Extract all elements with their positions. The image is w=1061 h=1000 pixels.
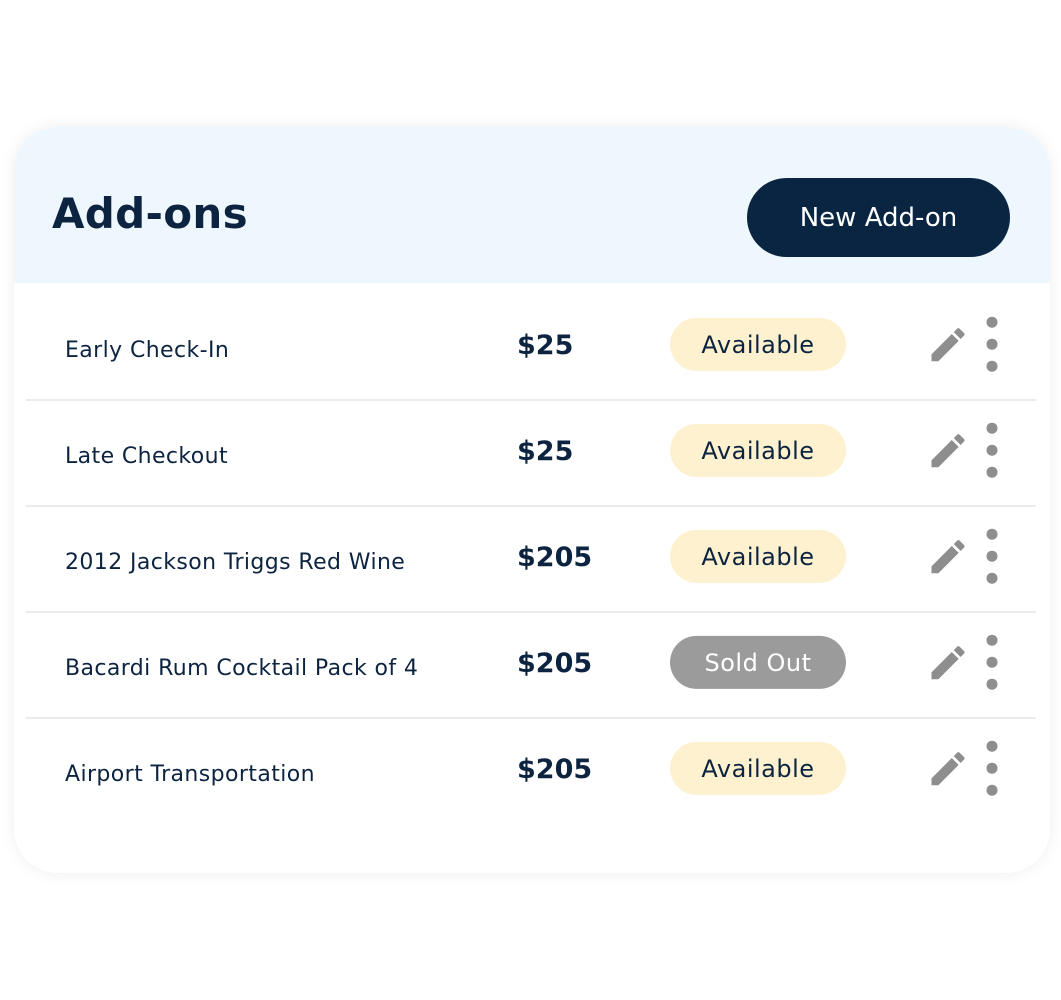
list-item: Early Check-In $25 Available [26,295,1036,401]
list-item: 2012 Jackson Triggs Red Wine $205 Availa… [26,507,1036,613]
addons-card: Add-ons New Add-on Early Check-In $25 Av… [14,127,1050,873]
vertical-ellipsis-icon[interactable] [978,422,1006,478]
status-badge: Available [670,741,846,795]
addon-name: Late Checkout [65,444,229,469]
page-title: Add-ons [52,189,248,238]
new-addon-button[interactable]: New Add-on [747,178,1010,257]
list-item: Late Checkout $25 Available [26,401,1036,507]
addon-price: $205 [517,753,593,785]
list-item: Bacardi Rum Cocktail Pack of 4 $205 Sold… [26,613,1036,719]
status-badge: Sold Out [670,635,846,689]
addons-list: Early Check-In $25 Available Late Checko… [26,295,1036,823]
pencil-icon[interactable] [925,640,971,686]
addon-name: Early Check-In [65,338,230,363]
pencil-icon[interactable] [925,534,971,580]
list-item: Airport Transportation $205 Available [26,719,1036,823]
pencil-icon[interactable] [925,746,971,792]
addon-name: Airport Transportation [65,762,315,787]
pencil-icon[interactable] [925,428,971,474]
status-badge: Available [670,529,846,583]
addon-price: $25 [517,435,574,467]
pencil-icon[interactable] [925,322,971,368]
status-badge: Available [670,423,846,477]
vertical-ellipsis-icon[interactable] [978,740,1006,796]
card-header: Add-ons New Add-on [14,127,1050,283]
addon-name: Bacardi Rum Cocktail Pack of 4 [65,656,419,681]
status-badge: Available [670,317,846,371]
vertical-ellipsis-icon[interactable] [978,316,1006,372]
addon-price: $205 [517,647,593,679]
vertical-ellipsis-icon[interactable] [978,634,1006,690]
addon-price: $25 [517,329,574,361]
vertical-ellipsis-icon[interactable] [978,528,1006,584]
addon-price: $205 [517,541,593,573]
addon-name: 2012 Jackson Triggs Red Wine [65,550,406,575]
